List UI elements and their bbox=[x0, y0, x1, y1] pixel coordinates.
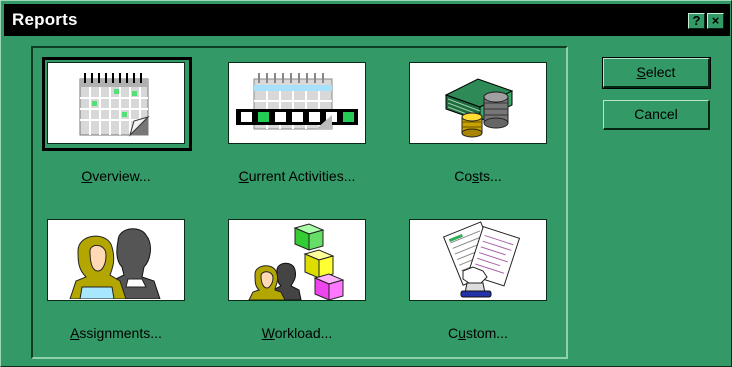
custom-tile[interactable] bbox=[409, 219, 547, 301]
report-label: Custom... bbox=[448, 325, 508, 341]
report-label: Assignments... bbox=[70, 325, 162, 341]
people-icon bbox=[69, 228, 161, 299]
cancel-button[interactable]: Cancel bbox=[603, 100, 710, 130]
assignments-tile[interactable] bbox=[47, 219, 185, 301]
help-button[interactable]: ? bbox=[688, 13, 705, 29]
report-label: Workload... bbox=[261, 325, 333, 341]
close-button[interactable]: × bbox=[707, 13, 724, 29]
workload-tile[interactable] bbox=[228, 219, 366, 301]
report-label: Overview... bbox=[81, 168, 151, 184]
dialog-title: Reports bbox=[12, 10, 78, 29]
activities-calendar-icon bbox=[236, 73, 358, 130]
report-label: Current Activities... bbox=[238, 168, 356, 184]
custom-report-icon bbox=[442, 221, 521, 298]
money-coins-icon bbox=[444, 78, 514, 138]
calendar-icon bbox=[79, 73, 150, 137]
reports-dialog: Reports ? × Overview... Current Activiti… bbox=[0, 0, 732, 367]
select-button[interactable]: Select bbox=[602, 57, 711, 89]
workload-blocks-icon bbox=[248, 223, 345, 300]
overview-tile[interactable] bbox=[47, 62, 185, 144]
title-bar: Reports ? × bbox=[4, 4, 730, 36]
report-label: Costs... bbox=[454, 168, 502, 184]
current-activities-tile[interactable] bbox=[228, 62, 366, 144]
costs-tile[interactable] bbox=[409, 62, 547, 144]
